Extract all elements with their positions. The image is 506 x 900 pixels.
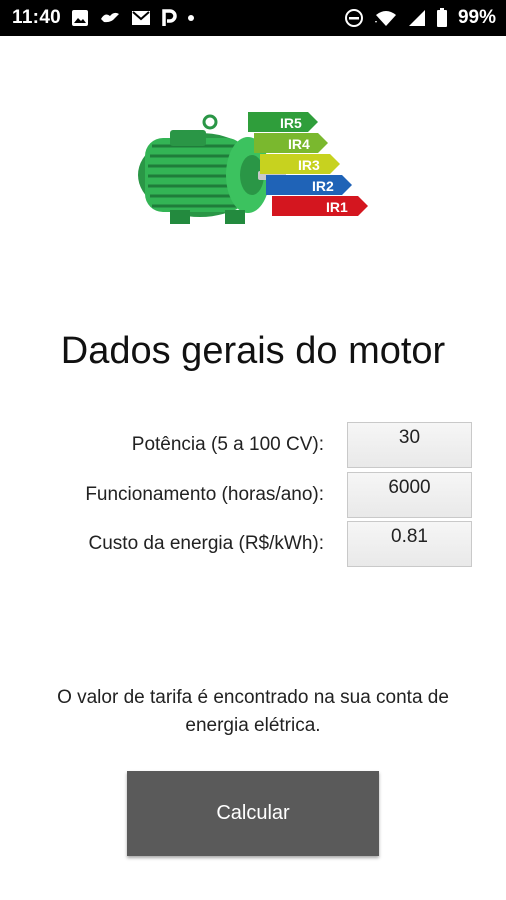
do-not-disturb-icon — [344, 8, 364, 28]
status-right: 99% — [344, 7, 496, 29]
label-ir1: IR1 — [326, 199, 348, 215]
battery-percent: 99% — [457, 7, 496, 28]
power-label: Potência (5 a 100 CV): — [131, 434, 324, 455]
label-ir3: IR3 — [298, 157, 320, 173]
power-row: Potência (5 a 100 CV): — [0, 422, 506, 468]
label-ir4: IR4 — [288, 136, 310, 152]
cost-row: Custo da energia (R$/kWh): — [0, 521, 506, 567]
tariff-note: O valor de tarifa é encontrado na sua co… — [57, 687, 449, 736]
battery-icon — [436, 8, 448, 28]
page-title: Dados gerais do motor — [60, 330, 446, 372]
power-input[interactable] — [347, 422, 472, 468]
hours-label: Funcionamento (horas/ano): — [85, 484, 324, 505]
efficiency-arrow-ir3: IR3 — [260, 154, 340, 174]
label-ir5: IR5 — [280, 115, 302, 131]
p-app-icon — [161, 9, 177, 27]
efficiency-arrow-ir4: IR4 — [254, 133, 328, 153]
gmail-icon — [131, 10, 151, 26]
calculate-button[interactable]: Calcular — [127, 771, 379, 856]
bird-app-icon — [99, 9, 121, 27]
motor-efficiency-graphic: IR5 IR4 IR3 IR2 IR1 — [138, 112, 368, 224]
hours-row: Funcionamento (horas/ano): — [0, 472, 506, 518]
cost-label: Custo da energia (R$/kWh): — [88, 533, 325, 554]
label-ir2: IR2 — [312, 178, 334, 194]
motor-efficiency-image: IR5 IR4 IR3 IR2 IR1 — [130, 100, 380, 240]
hours-input[interactable] — [347, 472, 472, 518]
signal-icon — [408, 9, 426, 27]
status-left: 11:40 — [12, 7, 195, 29]
wifi-icon — [374, 9, 398, 27]
efficiency-arrow-ir1: IR1 — [272, 196, 368, 216]
status-bar: 11:40 99% — [0, 0, 506, 36]
cost-input[interactable] — [347, 521, 472, 567]
efficiency-arrow-ir2: IR2 — [266, 175, 352, 195]
efficiency-arrow-ir5: IR5 — [248, 112, 318, 132]
dot-icon — [187, 14, 195, 22]
image-icon — [71, 9, 89, 27]
status-time: 11:40 — [12, 7, 62, 28]
